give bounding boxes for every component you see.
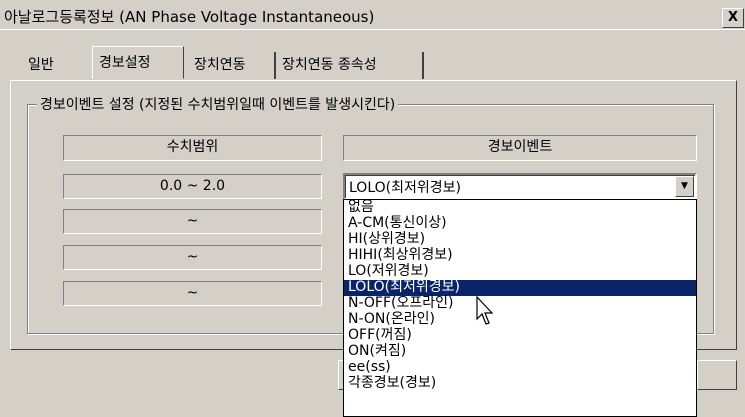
range-field-4[interactable]: ~	[63, 281, 322, 306]
tab-alarm-settings[interactable]: 경보설정	[92, 46, 184, 79]
event-dropdown-list[interactable]: 없음 A-CM(통신이상) HI(상위경보) HIHI(최상위경보) LO(저위…	[343, 199, 697, 417]
option-n-off[interactable]: N-OFF(오프라인)	[344, 296, 696, 312]
range-field-1[interactable]: 0.0 ~ 2.0	[63, 174, 322, 199]
header-event: 경보이벤트	[343, 135, 697, 161]
tab-device-link-dependency[interactable]: 장치연동 종속성	[276, 52, 424, 79]
option-a-cm[interactable]: A-CM(통신이상)	[344, 216, 696, 232]
option-none[interactable]: 없음	[344, 200, 696, 216]
group-title: 경보이벤트 설정 (지정된 수치범위일때 이벤트를 발생시킨다)	[37, 94, 399, 114]
range-field-2[interactable]: ~	[63, 209, 322, 234]
option-hihi[interactable]: HIHI(최상위경보)	[344, 248, 696, 264]
option-various-alarms[interactable]: 각종경보(경보)	[344, 376, 696, 392]
option-n-on[interactable]: N-ON(온라인)	[344, 312, 696, 328]
header-range: 수치범위	[63, 135, 322, 161]
title-bar: 아날로그등록정보 (AN Phase Voltage Instantaneous…	[0, 0, 745, 30]
range-field-3[interactable]: ~	[63, 245, 322, 270]
option-on[interactable]: ON(켜짐)	[344, 344, 696, 360]
option-ee[interactable]: ee(ss)	[344, 360, 696, 376]
dialog-button-right[interactable]	[697, 360, 737, 390]
chevron-down-icon[interactable]: ▼	[675, 176, 694, 197]
event-combo-1[interactable]: LOLO(최저위경보) ▼	[343, 173, 697, 200]
tab-general[interactable]: 일반	[22, 52, 68, 79]
window-title: 아날로그등록정보 (AN Phase Voltage Instantaneous…	[4, 8, 375, 26]
option-off[interactable]: OFF(꺼짐)	[344, 328, 696, 344]
combo-value: LOLO(최저위경보)	[349, 180, 461, 196]
option-lolo[interactable]: LOLO(최저위경보)	[344, 280, 696, 296]
tab-device-link[interactable]: 장치연동	[188, 52, 276, 79]
mouse-cursor-icon	[476, 296, 494, 325]
option-hi[interactable]: HI(상위경보)	[344, 232, 696, 248]
option-lo[interactable]: LO(저위경보)	[344, 264, 696, 280]
close-button[interactable]: X	[722, 8, 744, 28]
